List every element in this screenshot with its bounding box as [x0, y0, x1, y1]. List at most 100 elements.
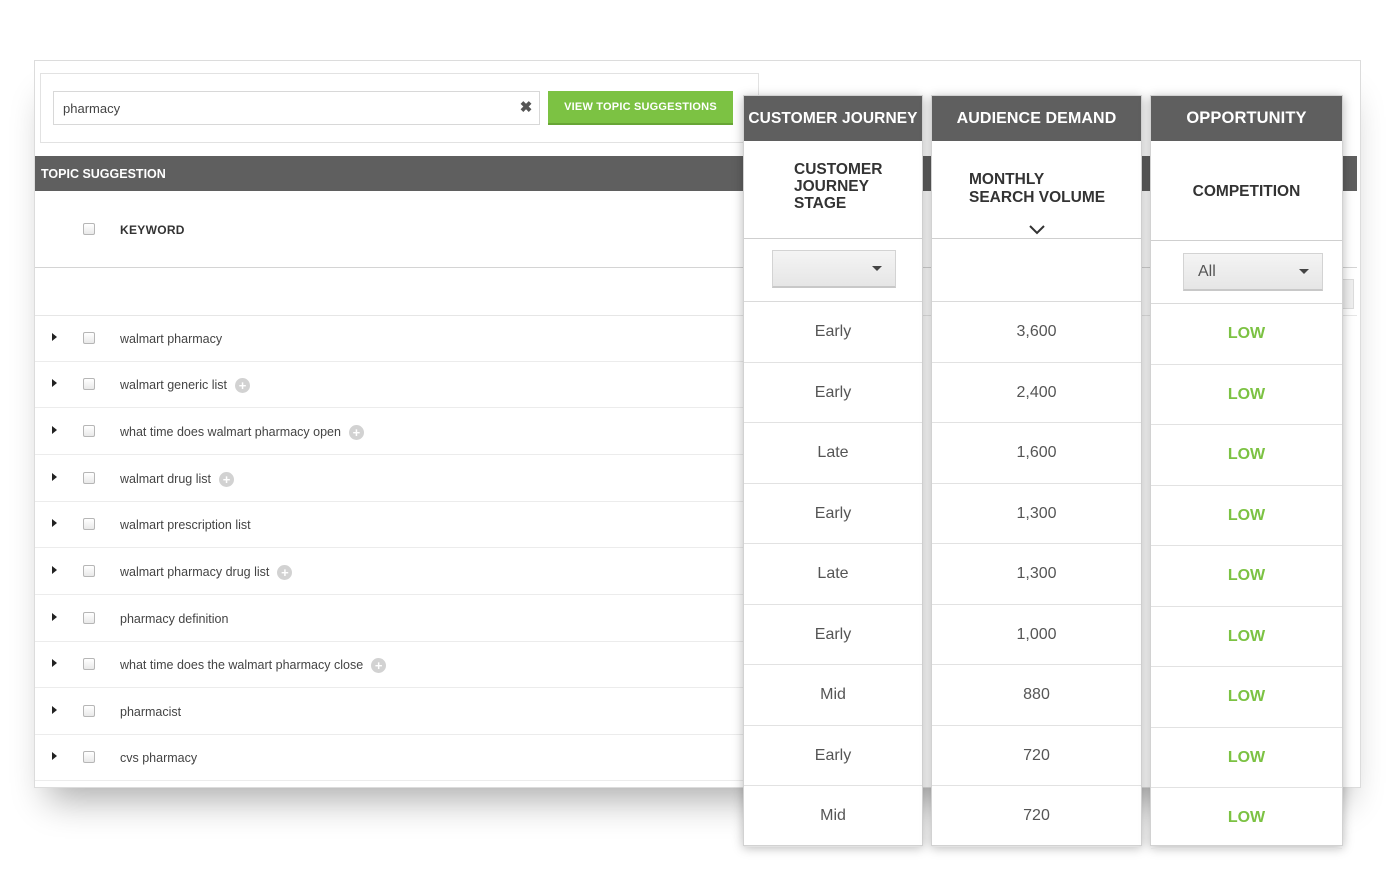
- demand-cell: 1,600: [932, 423, 1141, 484]
- chevron-down-icon[interactable]: [1028, 225, 1045, 235]
- table-row[interactable]: walmart pharmacy: [35, 316, 743, 362]
- demand-sub-line: SEARCH VOLUME: [969, 189, 1106, 206]
- journey-cell: Early: [744, 302, 922, 363]
- row-checkbox[interactable]: [83, 612, 95, 624]
- demand-cell: 720: [932, 786, 1141, 847]
- journey-cell: Early: [744, 484, 922, 544]
- caret-down-icon: [1299, 269, 1309, 274]
- add-circle-icon[interactable]: +: [219, 472, 234, 488]
- row-checkbox[interactable]: [83, 378, 95, 390]
- expand-arrow-icon[interactable]: [52, 379, 57, 387]
- demand-filter-cell: [932, 239, 1141, 302]
- add-circle-icon[interactable]: +: [348, 425, 364, 441]
- expand-arrow-icon[interactable]: [52, 706, 57, 714]
- section-title: TOPIC SUGGESTION: [41, 167, 166, 181]
- expand-arrow-icon[interactable]: [52, 426, 57, 434]
- keyword-label: walmart pharmacy drug list: [120, 565, 270, 579]
- expand-arrow-icon[interactable]: [52, 659, 57, 667]
- competition-filter-cell: All: [1151, 241, 1342, 304]
- keyword-label: walmart drug list: [120, 472, 211, 486]
- add-circle-icon[interactable]: +: [234, 378, 250, 394]
- add-circle-icon[interactable]: +: [371, 658, 387, 674]
- journey-cell: Late: [744, 544, 922, 605]
- opportunity-cell: LOW: [1151, 486, 1342, 546]
- keyword-text: pharmacist: [120, 705, 181, 719]
- demand-cell: 1,300: [932, 544, 1141, 605]
- keyword-label: pharmacy definition: [120, 612, 229, 626]
- keyword-label: walmart generic list: [120, 378, 227, 392]
- expand-arrow-icon[interactable]: [52, 519, 57, 527]
- opportunity-cells: LOW LOW LOW LOW LOW LOW LOW LOW LOW: [1151, 304, 1342, 849]
- keyword-label: pharmacist: [120, 705, 182, 719]
- table-row[interactable]: walmart generic list +: [35, 362, 743, 408]
- keyword-text: walmart pharmacy: [120, 332, 222, 346]
- customer-journey-header: CUSTOMER JOURNEY: [744, 96, 922, 141]
- expand-arrow-icon[interactable]: [52, 613, 57, 621]
- row-checkbox[interactable]: [83, 751, 95, 763]
- table-row[interactable]: walmart pharmacy drug list +: [35, 549, 743, 595]
- opportunity-cell: LOW: [1151, 607, 1342, 667]
- demand-sub-line: MONTHLY: [969, 171, 1045, 188]
- table-row[interactable]: cvs pharmacy: [35, 735, 743, 781]
- demand-cell: 3,600: [932, 302, 1141, 363]
- expand-arrow-icon[interactable]: [52, 333, 57, 341]
- journey-cell: Mid: [744, 665, 922, 726]
- keyword-label: what time does walmart pharmacy open: [120, 425, 341, 439]
- opportunity-cell: LOW: [1151, 788, 1342, 849]
- journey-cell: Early: [744, 726, 922, 786]
- competition-select-value: All: [1198, 263, 1216, 280]
- opportunity-column: OPPORTUNITY COMPETITION All LOW LOW LOW LOW…: [1150, 95, 1343, 849]
- row-checkbox[interactable]: [83, 425, 95, 437]
- opportunity-header: OPPORTUNITY: [1151, 96, 1342, 141]
- expand-arrow-icon[interactable]: [52, 566, 57, 574]
- table-row[interactable]: pharmacist: [35, 689, 743, 735]
- expand-arrow-icon[interactable]: [52, 473, 57, 481]
- table-row[interactable]: what time does the walmart pharmacy clos…: [35, 642, 743, 688]
- keyword-label: cvs pharmacy: [120, 751, 198, 765]
- audience-demand-header: AUDIENCE DEMAND: [932, 96, 1141, 141]
- demand-cells: 3,600 2,400 1,600 1,300 1,300 1,000 880 720 720: [932, 302, 1141, 847]
- journey-cell: Mid: [744, 786, 922, 847]
- competition-label: COMPETITION: [1151, 141, 1342, 241]
- keyword-label: walmart prescription list: [120, 518, 251, 532]
- keyword-text: cvs pharmacy: [120, 751, 197, 765]
- opportunity-cell: LOW: [1151, 425, 1342, 486]
- caret-down-icon: [872, 266, 882, 271]
- monthly-search-volume-label[interactable]: MONTHLY SEARCH VOLUME: [932, 141, 1141, 239]
- opportunity-cell: LOW: [1151, 365, 1342, 425]
- search-input[interactable]: [53, 91, 540, 125]
- add-circle-icon[interactable]: +: [277, 565, 293, 581]
- row-checkbox[interactable]: [83, 518, 95, 530]
- row-checkbox[interactable]: [83, 332, 95, 344]
- expand-arrow-icon[interactable]: [52, 752, 57, 760]
- keyword-text: walmart pharmacy drug list +: [120, 565, 293, 581]
- keyword-text: walmart prescription list: [120, 518, 251, 532]
- opportunity-cell: LOW: [1151, 667, 1342, 728]
- journey-cell: Early: [744, 605, 922, 665]
- table-row[interactable]: what time does walmart pharmacy open +: [35, 409, 743, 455]
- table-row[interactable]: pharmacy definition: [35, 596, 743, 642]
- table-row[interactable]: walmart prescription list: [35, 502, 743, 548]
- demand-cell: 2,400: [932, 363, 1141, 423]
- demand-cell: 720: [932, 726, 1141, 786]
- keyword-text: what time does walmart pharmacy open +: [120, 425, 364, 441]
- table-row[interactable]: walmart drug list +: [35, 456, 743, 502]
- view-topic-suggestions-button[interactable]: VIEW TOPIC SUGGESTIONS: [548, 91, 733, 125]
- row-checkbox[interactable]: [83, 658, 95, 670]
- customer-journey-column: CUSTOMER JOURNEY CUSTOMER JOURNEY STAGE …: [743, 95, 923, 847]
- keyword-label: what time does the walmart pharmacy clos…: [120, 658, 364, 672]
- audience-demand-column: AUDIENCE DEMAND MONTHLY SEARCH VOLUME 3,…: [931, 95, 1142, 847]
- clear-icon[interactable]: ✖: [517, 99, 535, 117]
- competition-select[interactable]: All: [1183, 253, 1323, 291]
- keyword-label: walmart pharmacy: [120, 332, 223, 346]
- journey-sub-line: STAGE: [794, 195, 847, 212]
- opportunity-cell: LOW: [1151, 728, 1342, 788]
- demand-cell: 1,000: [932, 605, 1141, 665]
- journey-stage-select[interactable]: [772, 250, 896, 288]
- customer-journey-stage-label: CUSTOMER JOURNEY STAGE: [744, 141, 922, 239]
- select-all-checkbox[interactable]: [83, 223, 95, 235]
- keyword-column-label: KEYWORD: [120, 223, 185, 237]
- row-checkbox[interactable]: [83, 705, 95, 717]
- row-checkbox[interactable]: [83, 472, 95, 484]
- row-checkbox[interactable]: [83, 565, 95, 577]
